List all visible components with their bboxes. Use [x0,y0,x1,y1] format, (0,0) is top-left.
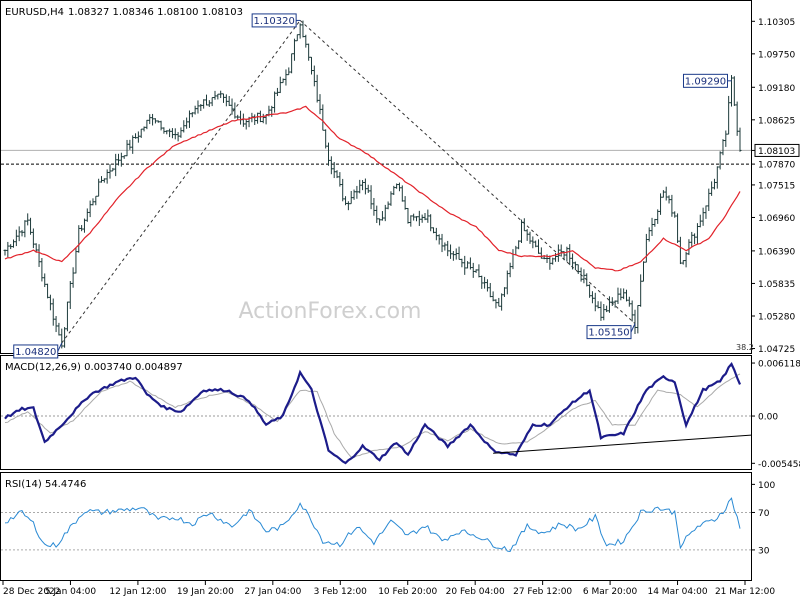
price-axis-label: 1.05835 [758,280,795,290]
price-axis-label: 1.09750 [758,50,795,60]
x-axis-label: 21 Mar 12:00 [715,587,775,597]
price-annotation: 1.05150 [586,323,636,340]
price-axis-label: 1.06960 [758,214,795,224]
price-axis-label: 1.04725 [758,345,795,355]
price-axis-label: 1.07870 [758,161,795,171]
annotation-label: 1.05150 [588,328,629,339]
x-axis-label: 6 Mar 20:00 [583,587,638,597]
chart-stage: ActionForex.com 1.10320 1.04820 1.05150 1.0… [0,0,800,600]
x-axis-label: 10 Feb 20:00 [378,587,437,597]
price-title: EURUSD,H4 1.08327 1.08346 1.08100 1.08103 [5,7,243,18]
annotation-label: 1.10320 [253,16,294,27]
price-annotation: 1.10320 [251,13,301,28]
x-axis-label: 3 Feb 12:00 [314,587,368,597]
x-axis-label: 20 Feb 04:00 [446,587,505,597]
x-axis-label: 27 Jan 04:00 [244,587,301,597]
price-axis-label: 1.08103 [758,147,795,157]
x-axis-label: 5 Jan 04:00 [45,587,97,597]
macd-axis-label: -0.005458 [758,460,800,470]
fib-label: 38.2 [736,343,754,352]
price-axis-label: 1.06390 [758,247,795,257]
x-axis-label: 14 Mar 04:00 [647,587,707,597]
eurusd-chart: ActionForex.com 1.10320 1.04820 1.05150 1.0… [0,0,800,600]
rsi-panel-frame [0,472,752,581]
price-annotation: 1.09290 [682,73,732,88]
rsi-title: RSI(14) 54.4746 [5,479,86,490]
macd-title: MACD(12,26,9) 0.003740 0.004897 [5,362,183,373]
x-axis-label: 27 Feb 12:00 [513,587,572,597]
rsi-axis-label: 70 [758,509,770,519]
price-axis-label: 1.10305 [758,18,795,28]
price-axis-label: 1.07515 [758,181,795,191]
macd-axis-label: 0.006118 [758,360,800,370]
x-axis-label: 12 Jan 12:00 [109,587,166,597]
price-axis-label: 1.05280 [758,312,795,322]
rsi-axis-label: 30 [758,546,770,556]
rsi-axis-label: 100 [758,481,775,491]
price-annotation: 1.04820 [13,342,63,359]
annotation-label: 1.04820 [15,347,56,358]
x-axis-label: 19 Jan 20:00 [177,587,234,597]
macd-axis-label: 0.00 [758,413,778,423]
price-axis-label: 1.09180 [758,84,795,94]
annotation-label: 1.09290 [685,76,726,87]
price-axis-label: 1.08625 [758,116,795,126]
watermark: ActionForex.com [239,299,422,324]
